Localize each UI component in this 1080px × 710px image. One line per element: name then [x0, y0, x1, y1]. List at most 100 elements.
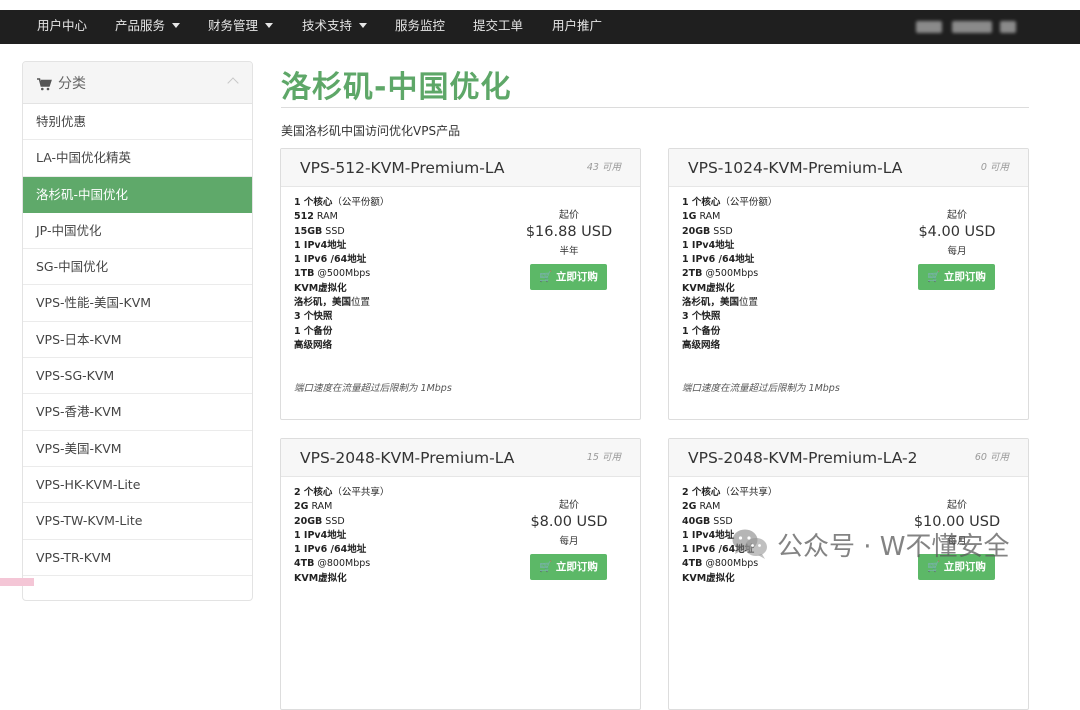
speed-note: 端口速度在流量超过后限制为 1Mbps — [682, 383, 840, 394]
feature-item: 15GB SSD — [294, 225, 345, 237]
cart-icon: 🛒 — [539, 271, 553, 283]
price-box: 起价 $8.00 USD 每月 — [515, 496, 623, 547]
stock-count: 43 可用 — [586, 162, 621, 173]
product-card-header: VPS-2048-KVM-Premium-LA-2 60 可用 — [669, 439, 1028, 477]
feature-item: KVM虚拟化 — [682, 282, 735, 294]
feature-item: 2G RAM — [682, 501, 721, 513]
price-from-label: 起价 — [559, 210, 579, 221]
feature-item: 3 个快照 — [294, 311, 333, 323]
sidebar-item[interactable]: VPS-TR-KVM — [23, 539, 252, 576]
product-name: VPS-1024-KVM-Premium-LA — [688, 159, 903, 177]
feature-list: 1 个核心（公平份额） 512 RAM 15GB SSD 1 IPv4地址 1 … — [294, 196, 389, 353]
sidebar-item[interactable]: VPS-HK-KVM-Lite — [23, 466, 252, 504]
sidebar-item[interactable]: 特别优惠 — [23, 104, 252, 141]
feature-item: 1 个核心（公平份额） — [682, 197, 778, 208]
sidebar-item[interactable]: VPS-性能-美国-KVM — [23, 285, 252, 322]
order-now-button[interactable]: 🛒 立即订购 — [918, 264, 995, 290]
nav-label: 财务管理 — [208, 18, 259, 33]
sidebar-title: 分类 — [58, 76, 86, 92]
caret-down-icon — [265, 23, 274, 28]
feature-item: 1TB @500Mbps — [294, 268, 371, 280]
sidebar-item[interactable]: JP-中国优化 — [23, 212, 252, 250]
billing-cycle: 每月 — [947, 246, 967, 257]
sidebar-item[interactable]: VPS-香港-KVM — [23, 394, 252, 431]
sidebar-item[interactable]: VPS-SG-KVM — [23, 358, 252, 395]
speed-note: 端口速度在流量超过后限制为 1Mbps — [294, 383, 452, 394]
page-title: 洛杉矶-中国优化 — [281, 70, 512, 105]
blurred-username — [952, 21, 992, 33]
feature-item: 1 IPv6 /64地址 — [294, 544, 367, 556]
price-amount: $8.00 USD — [530, 514, 608, 530]
nav-label: 用户中心 — [37, 18, 88, 33]
stock-count: 60 可用 — [974, 452, 1009, 463]
feature-item: 高级网络 — [682, 339, 721, 351]
product-card: VPS-512-KVM-Premium-LA 43 可用 1 个核心（公平份额）… — [280, 148, 641, 420]
feature-item: 20GB SSD — [294, 515, 345, 527]
chevron-up-icon[interactable] — [227, 77, 239, 89]
sidebar-item[interactable]: LA-中国优化精英 — [23, 140, 252, 177]
order-now-button[interactable]: 🛒 立即订购 — [530, 264, 607, 290]
price-box: 起价 $4.00 USD 每月 — [903, 206, 1011, 257]
sidebar-item-active[interactable]: 洛杉矶-中国优化 — [23, 176, 252, 213]
nav-submit-ticket[interactable]: 提交工单 — [473, 10, 523, 44]
product-card-header: VPS-512-KVM-Premium-LA 43 可用 — [281, 149, 640, 187]
category-list: 特别优惠 LA-中国优化精英 洛杉矶-中国优化 JP-中国优化 SG-中国优化 … — [23, 104, 252, 576]
feature-item: 高级网络 — [294, 339, 333, 351]
feature-item: 洛杉矶，美国位置 — [294, 297, 371, 309]
order-now-button[interactable]: 🛒 立即订购 — [530, 554, 607, 580]
sidebar-item[interactable]: SG-中国优化 — [23, 249, 252, 286]
blurred-username — [916, 21, 942, 33]
price-amount: $4.00 USD — [918, 224, 996, 240]
nav-products[interactable]: 产品服务 — [115, 10, 181, 44]
sidebar-header[interactable]: 分类 — [23, 62, 252, 104]
nav-support[interactable]: 技术支持 — [302, 10, 368, 44]
feature-list: 2 个核心（公平共享） 2G RAM 20GB SSD 1 IPv4地址 1 I… — [294, 486, 389, 586]
nav-billing[interactable]: 财务管理 — [208, 10, 274, 44]
cart-icon — [37, 76, 52, 95]
nav-user-center[interactable]: 用户中心 — [37, 10, 87, 44]
button-label: 立即订购 — [555, 271, 598, 283]
feature-item: 1 个备份 — [294, 325, 333, 337]
feature-item: 1G RAM — [682, 211, 721, 223]
cart-icon: 🛒 — [539, 561, 553, 573]
nav-monitoring[interactable]: 服务监控 — [395, 10, 445, 44]
button-label: 立即订购 — [943, 271, 986, 283]
divider — [281, 107, 1029, 108]
stock-count: 15 可用 — [586, 452, 621, 463]
feature-item: 3 个快照 — [682, 311, 721, 323]
sidebar-item[interactable]: VPS-美国-KVM — [23, 430, 252, 467]
product-card-header: VPS-2048-KVM-Premium-LA 15 可用 — [281, 439, 640, 477]
sidebar-item[interactable]: VPS-TW-KVM-Lite — [23, 503, 252, 540]
feature-item: 1 IPv6 /64地址 — [682, 254, 755, 266]
feature-item: 2 个核心（公平共享） — [294, 487, 390, 498]
caret-down-icon — [172, 23, 181, 28]
product-name: VPS-2048-KVM-Premium-LA — [300, 449, 515, 467]
stock-count: 0 可用 — [980, 162, 1009, 173]
feature-item: 1 个核心（公平份额） — [294, 197, 390, 208]
feature-item: 20GB SSD — [682, 225, 733, 237]
feature-item: 1 个备份 — [682, 325, 721, 337]
sidebar-item[interactable]: VPS-日本-KVM — [23, 321, 252, 359]
feature-item: 1 IPv6 /64地址 — [294, 254, 367, 266]
product-card-header: VPS-1024-KVM-Premium-LA 0 可用 — [669, 149, 1028, 187]
caret-down-icon — [359, 23, 368, 28]
product-card: VPS-2048-KVM-Premium-LA-2 60 可用 2 个核心（公平… — [668, 438, 1029, 710]
top-navbar: 用户中心 产品服务 财务管理 技术支持 服务监控 提交工单 用户推广 — [0, 10, 1080, 44]
nav-affiliate[interactable]: 用户推广 — [552, 10, 602, 44]
feature-item: 洛杉矶，美国位置 — [682, 297, 759, 309]
feature-item: 1 IPv4地址 — [294, 529, 347, 541]
product-card: VPS-1024-KVM-Premium-LA 0 可用 1 个核心（公平份额）… — [668, 148, 1029, 420]
feature-item: 40GB SSD — [682, 515, 733, 527]
nav-label: 服务监控 — [395, 18, 446, 33]
price-box: 起价 $16.88 USD 半年 — [515, 206, 623, 257]
nav-label: 提交工单 — [473, 18, 524, 33]
price-amount: $16.88 USD — [525, 224, 613, 240]
blurred-username — [1000, 21, 1016, 33]
price-from-label: 起价 — [559, 500, 579, 511]
feature-item: KVM虚拟化 — [682, 572, 735, 584]
feature-item: KVM虚拟化 — [294, 572, 347, 584]
feature-item: 1 IPv4地址 — [682, 239, 735, 251]
product-name: VPS-2048-KVM-Premium-LA-2 — [688, 449, 918, 467]
feature-item: 512 RAM — [294, 211, 338, 223]
corner-marker — [0, 578, 34, 586]
